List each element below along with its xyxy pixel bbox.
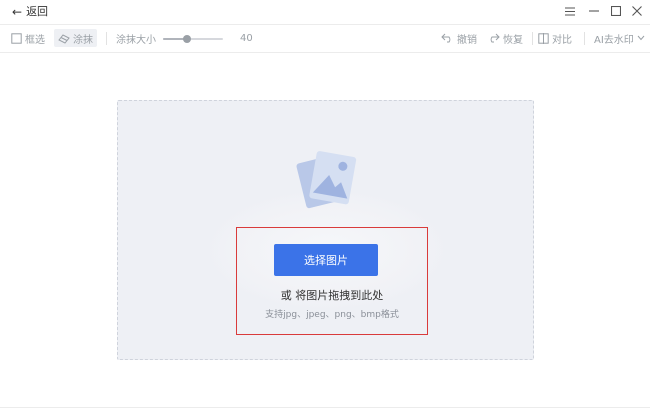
back-label: 返回 (26, 5, 49, 18)
brush-label: 涂抹 (73, 34, 93, 46)
toolbar-divider (0, 52, 650, 53)
title-bar: ← 返回 (0, 0, 650, 24)
choose-image-button[interactable]: 选择图片 (274, 244, 378, 276)
ai-label: AI去水印 (594, 34, 634, 46)
toolbar-separator (106, 32, 107, 45)
redo-icon (490, 33, 500, 43)
undo-button[interactable]: 撤销 (441, 29, 477, 47)
close-icon[interactable] (630, 4, 644, 18)
toolbar-separator (532, 32, 533, 45)
toolbar-separator (584, 32, 585, 45)
image-placeholder-icon (296, 151, 357, 209)
brush-size-slider[interactable] (163, 35, 223, 43)
left-arrow-icon: ← (12, 5, 23, 19)
maximize-icon[interactable] (609, 4, 623, 18)
eraser-icon (58, 33, 70, 44)
chevron-down-icon (637, 35, 645, 41)
minimize-icon[interactable] (587, 4, 601, 18)
ai-watermark-dropdown[interactable]: AI去水印 (594, 29, 645, 47)
undo-label: 撤销 (457, 34, 477, 46)
select-box-icon (11, 32, 22, 44)
select-box-label: 框选 (25, 34, 45, 46)
undo-icon (441, 33, 451, 43)
toolbar: 框选 涂抹 涂抹大小 撤销 恢复 对比 AI去水印 (0, 25, 650, 52)
redo-button[interactable]: 恢复 (487, 29, 523, 47)
brush-size-label: 涂抹大小 (116, 29, 156, 47)
compare-button[interactable]: 对比 (538, 29, 572, 47)
redo-label: 恢复 (503, 34, 523, 46)
slider-knob[interactable] (183, 35, 191, 43)
drag-hint-text: 或 将图片拖拽到此处 (280, 289, 384, 302)
brush-size-text: 涂抹大小 (116, 34, 156, 46)
brush-tool[interactable]: 涂抹 (54, 29, 97, 47)
compare-icon (538, 32, 549, 44)
bottom-divider (0, 407, 650, 408)
back-button[interactable]: ← 返回 (12, 4, 48, 20)
format-hint-text: 支持jpg、jpeg、png、bmp格式 (265, 310, 399, 320)
brush-size-value: 40 (240, 33, 253, 44)
menu-icon[interactable] (563, 4, 577, 18)
select-box-tool[interactable]: 框选 (11, 29, 45, 47)
compare-label: 对比 (552, 34, 572, 46)
